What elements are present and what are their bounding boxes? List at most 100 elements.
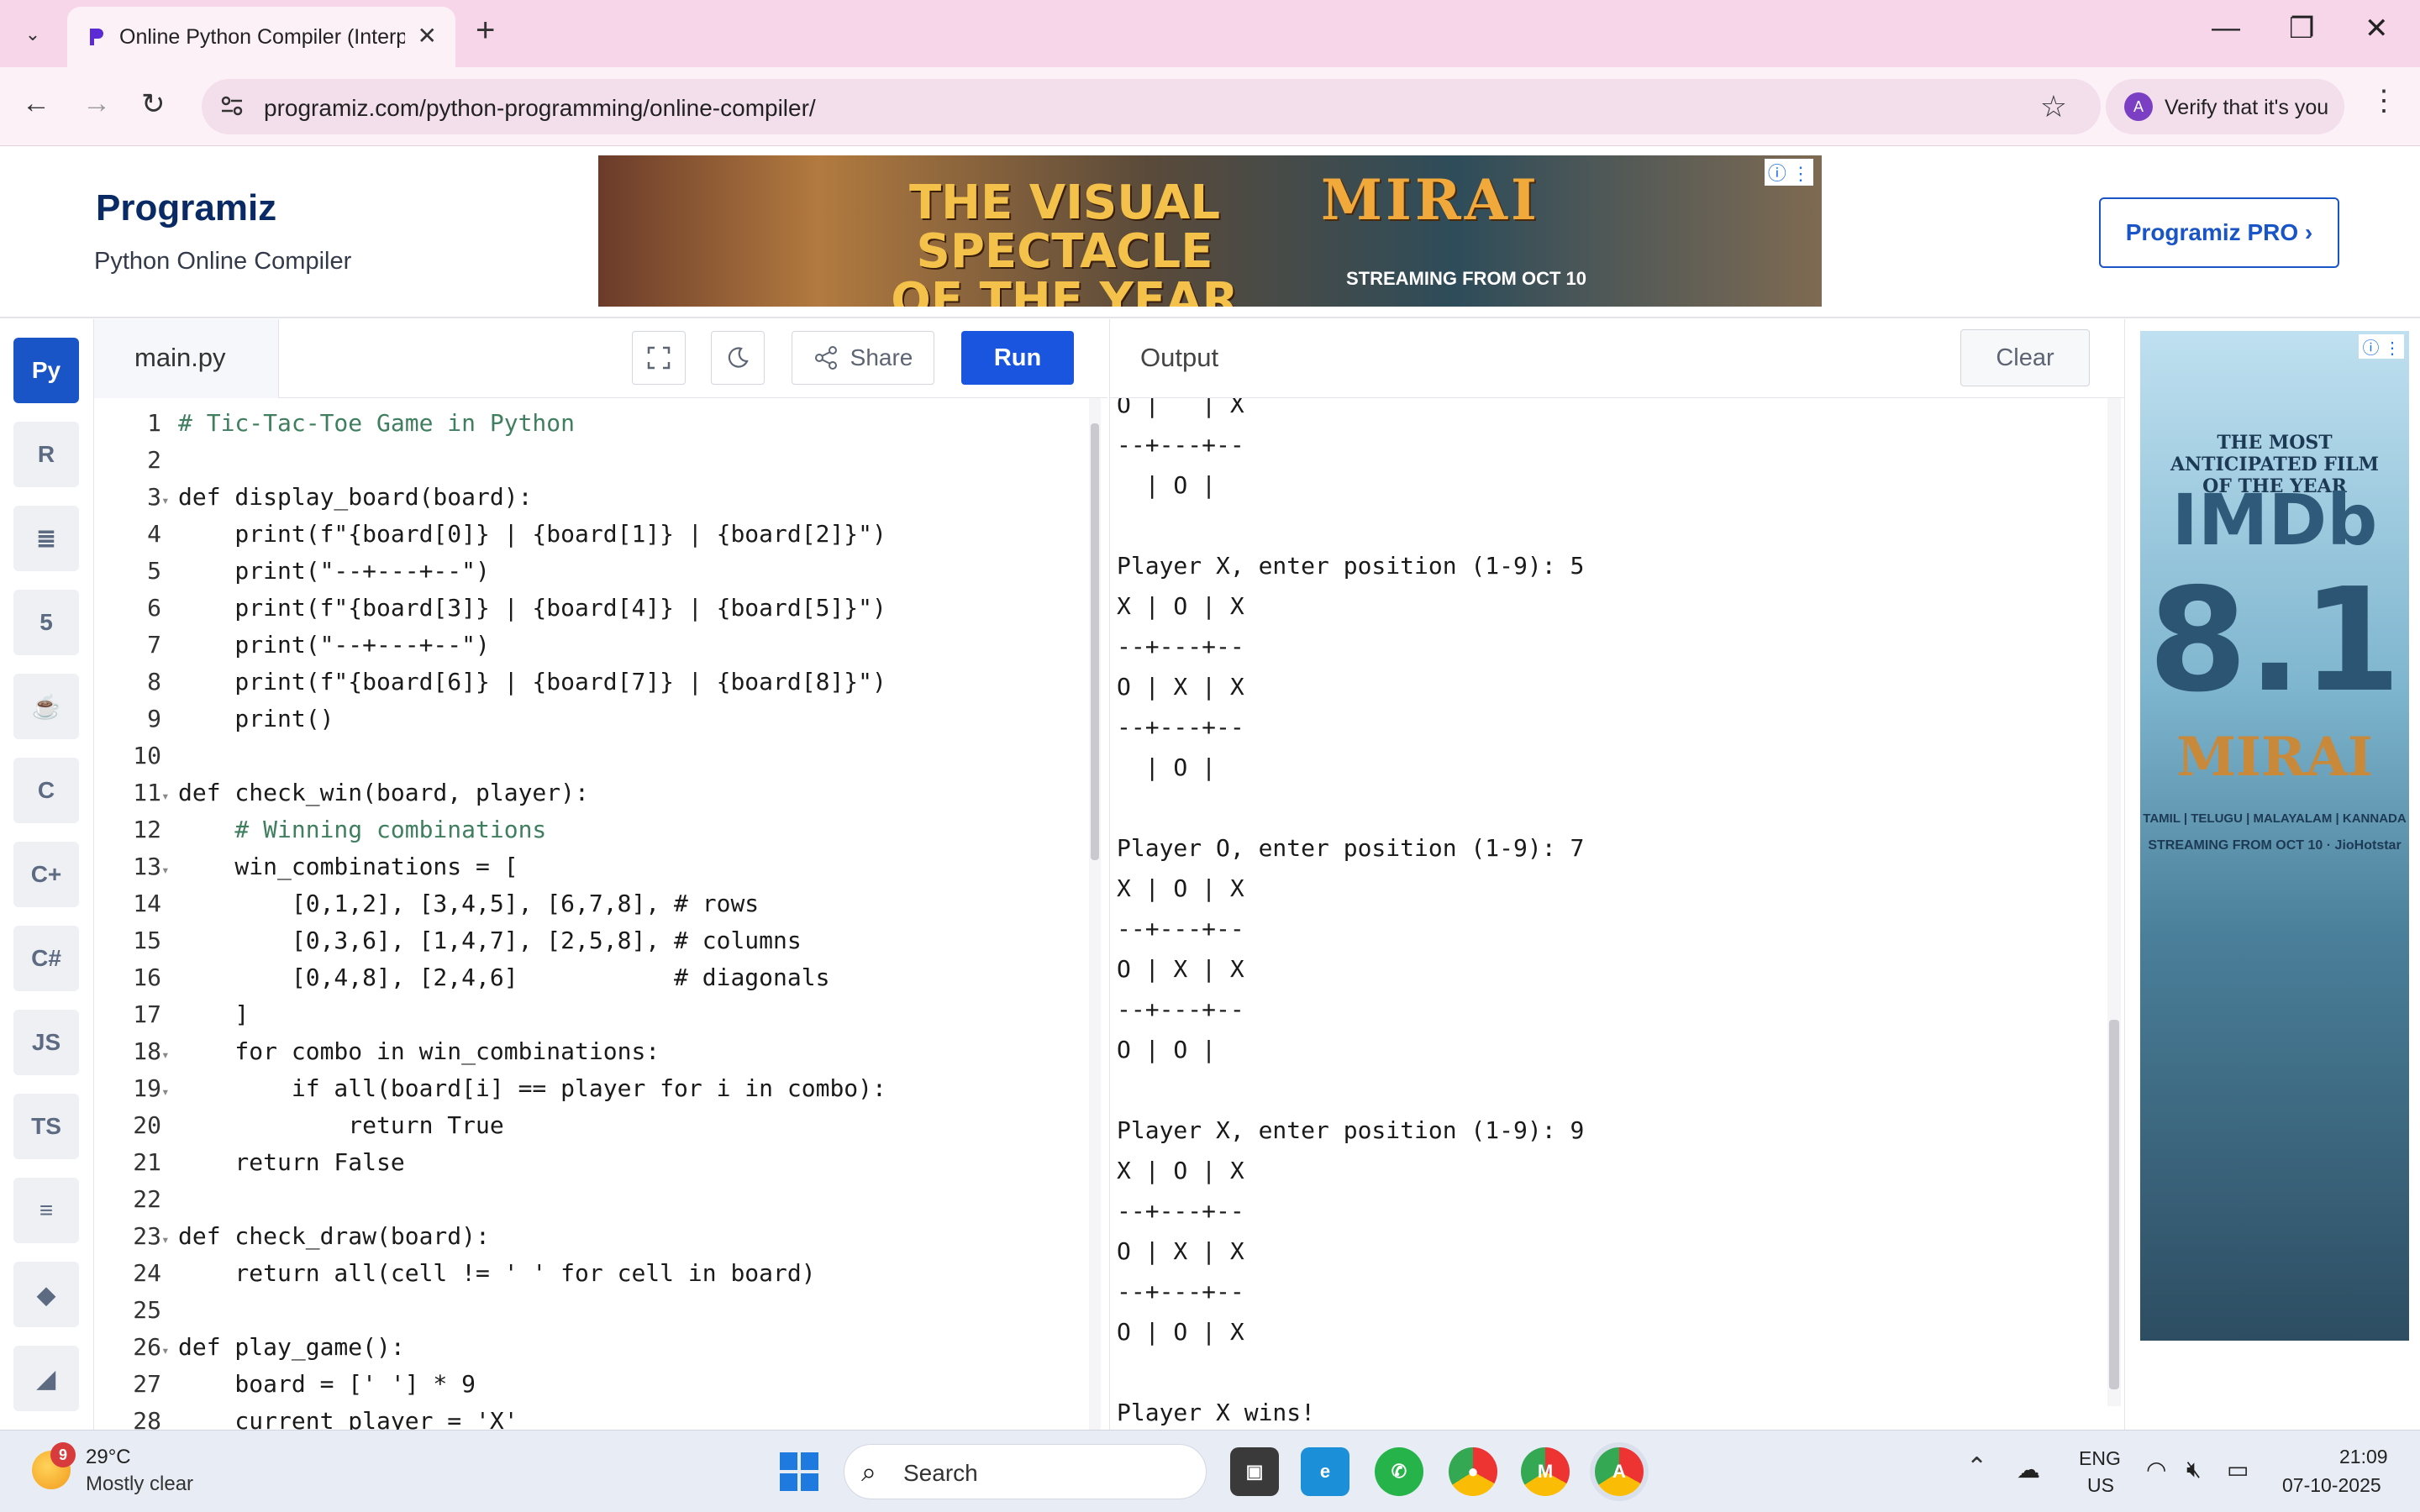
task-view-icon[interactable]: ▣ bbox=[1230, 1447, 1279, 1496]
sidebar-item-typescript[interactable]: TS bbox=[13, 1094, 79, 1159]
tab-search-button[interactable]: ⌄ bbox=[15, 17, 50, 52]
browser-tab[interactable]: Online Python Compiler (Interp ✕ bbox=[67, 7, 455, 67]
fold-toggle-icon[interactable]: ▾ bbox=[161, 852, 178, 889]
wifi-icon[interactable]: ◠ bbox=[2146, 1456, 2166, 1483]
code-line[interactable]: 12 # Winning combinations bbox=[94, 811, 1094, 848]
minimize-icon[interactable]: — bbox=[2212, 12, 2240, 45]
ad-info-icon[interactable]: ⓘ ⋮ bbox=[1764, 159, 1813, 186]
code-line[interactable]: 2 bbox=[94, 442, 1094, 479]
code-line[interactable]: 25 bbox=[94, 1292, 1094, 1329]
battery-icon[interactable]: ▭ bbox=[2227, 1456, 2249, 1483]
code-line[interactable]: 21 return False bbox=[94, 1144, 1094, 1181]
code-line[interactable]: 20 return True bbox=[94, 1107, 1094, 1144]
fold-toggle-icon[interactable]: ▾ bbox=[161, 778, 178, 815]
restore-icon[interactable]: ❐ bbox=[2289, 12, 2314, 45]
code-line[interactable]: 5 print("--+---+--") bbox=[94, 553, 1094, 590]
fold-toggle-icon[interactable]: ▾ bbox=[161, 1221, 178, 1258]
sidebar-item-php[interactable]: ◆ bbox=[13, 1262, 79, 1327]
output-console[interactable]: O | | X --+---+-- | O | Player X, enter po… bbox=[1109, 398, 2124, 1430]
code-editor[interactable]: 1 # Tic-Tac-Toe Game in Python 2 3▾ def disp… bbox=[94, 398, 1107, 1430]
run-button[interactable]: Run bbox=[961, 331, 1074, 385]
chrome-icon[interactable]: ● bbox=[1449, 1447, 1497, 1496]
chrome-profile-m-icon[interactable]: M bbox=[1521, 1447, 1570, 1496]
share-button[interactable]: Share bbox=[792, 331, 934, 385]
code-line[interactable]: 8 print(f"{board[6]} | {board[7]} | {boa… bbox=[94, 664, 1094, 701]
programiz-logo[interactable]: Programiz bbox=[96, 187, 276, 229]
code-line[interactable]: 26▾ def play_game(): bbox=[94, 1329, 1094, 1366]
code-line[interactable]: 16 [0,4,8], [2,4,6] # diagonals bbox=[94, 959, 1094, 996]
code-line[interactable]: 11▾ def check_win(board, player): bbox=[94, 774, 1094, 811]
output-line: --+---+-- bbox=[1117, 431, 1244, 459]
clear-button[interactable]: Clear bbox=[1960, 329, 2090, 386]
sidebar-item-python[interactable]: Py bbox=[13, 338, 79, 403]
ad-banner[interactable]: THE VISUAL SPECTACLE OF THE YEAR MIRAI S… bbox=[598, 155, 1822, 307]
clock-time[interactable]: 21:09 bbox=[2339, 1446, 2388, 1468]
windows-start-icon[interactable] bbox=[778, 1451, 820, 1493]
fold-toggle-icon[interactable]: ▾ bbox=[161, 482, 178, 519]
sidebar-item-html[interactable]: 5 bbox=[13, 590, 79, 655]
chrome-profile-a-icon[interactable]: A bbox=[1595, 1447, 1644, 1496]
new-tab-icon[interactable]: + bbox=[476, 12, 495, 50]
code-line[interactable]: 13▾ win_combinations = [ bbox=[94, 848, 1094, 885]
output-scroll-thumb[interactable] bbox=[2109, 1020, 2119, 1389]
taskbar-search[interactable]: ⌕ Search bbox=[844, 1444, 1207, 1499]
bookmark-star-icon[interactable]: ☆ bbox=[2040, 89, 2067, 124]
code-line[interactable]: 23▾ def check_draw(board): bbox=[94, 1218, 1094, 1255]
site-info-icon[interactable] bbox=[218, 92, 245, 119]
back-icon[interactable]: ← bbox=[22, 87, 50, 120]
code-line[interactable]: 18▾ for combo in win_combinations: bbox=[94, 1033, 1094, 1070]
fullscreen-button[interactable] bbox=[632, 331, 686, 385]
address-bar[interactable]: programiz.com/python-programming/online-… bbox=[202, 79, 2101, 134]
code-line[interactable]: 22 bbox=[94, 1181, 1094, 1218]
code-line[interactable]: 27 board = [' '] * 9 bbox=[94, 1366, 1094, 1403]
code-line[interactable]: 4 print(f"{board[0]} | {board[1]} | {boa… bbox=[94, 516, 1094, 553]
sidebar-item-java[interactable]: ☕ bbox=[13, 674, 79, 739]
code-line[interactable]: 24 return all(cell != ' ' for cell in bo… bbox=[94, 1255, 1094, 1292]
code-line[interactable]: 28 current_player = 'X' bbox=[94, 1403, 1094, 1430]
onedrive-icon[interactable]: ☁ bbox=[2017, 1456, 2040, 1483]
output-line: | O | bbox=[1117, 753, 1217, 781]
sidebar-item-sql[interactable]: ≣ bbox=[13, 506, 79, 571]
fold-toggle-icon[interactable]: ▾ bbox=[161, 1332, 178, 1369]
code-line[interactable]: 15 [0,3,6], [1,4,7], [2,5,8], # columns bbox=[94, 922, 1094, 959]
reload-icon[interactable]: ↻ bbox=[141, 87, 166, 121]
volume-muted-icon[interactable]: 🔇︎ bbox=[2186, 1456, 2202, 1483]
tray-overflow-icon[interactable]: ⌃ bbox=[1966, 1452, 1987, 1482]
fold-toggle-icon[interactable]: ▾ bbox=[161, 1074, 178, 1110]
code-line[interactable]: 17 ] bbox=[94, 996, 1094, 1033]
code-line[interactable]: 6 print(f"{board[3]} | {board[4]} | {boa… bbox=[94, 590, 1094, 627]
sidebar-item-go[interactable]: ≡ bbox=[13, 1178, 79, 1243]
sidebar-item-swift[interactable]: ◢ bbox=[13, 1346, 79, 1411]
whatsapp-icon[interactable]: ✆ bbox=[1375, 1447, 1423, 1496]
code-line[interactable]: 1 # Tic-Tac-Toe Game in Python bbox=[94, 405, 1094, 442]
code-line[interactable]: 14 [0,1,2], [3,4,5], [6,7,8], # rows bbox=[94, 885, 1094, 922]
sidebar-item-r[interactable]: R bbox=[13, 422, 79, 487]
code-line[interactable]: 7 print("--+---+--") bbox=[94, 627, 1094, 664]
side-ad[interactable]: ⓘ ⋮ THE MOST ANTICIPATED FILM OF THE YEA… bbox=[2140, 331, 2409, 1341]
file-tab[interactable]: main.py bbox=[94, 319, 279, 398]
sidebar-item-cpp[interactable]: C+ bbox=[13, 842, 79, 907]
output-scrollbar[interactable] bbox=[2107, 398, 2121, 1406]
sidebar-item-csharp[interactable]: C# bbox=[13, 926, 79, 991]
programiz-pro-button[interactable]: Programiz PRO › bbox=[2099, 197, 2339, 268]
input-language[interactable]: ENG bbox=[2079, 1447, 2121, 1470]
tab-close-icon[interactable]: ✕ bbox=[418, 22, 437, 50]
code-line[interactable]: 19▾ if all(board[i] == player for i in c… bbox=[94, 1070, 1094, 1107]
browser-menu-icon[interactable]: ⋮ bbox=[2370, 84, 2398, 118]
forward-icon[interactable]: → bbox=[82, 87, 111, 120]
input-region[interactable]: US bbox=[2087, 1474, 2114, 1497]
code-line[interactable]: 10 bbox=[94, 738, 1094, 774]
verify-identity-button[interactable]: A Verify that it's you bbox=[2106, 79, 2344, 134]
close-window-icon[interactable]: ✕ bbox=[2365, 12, 2389, 45]
side-ad-info-icon[interactable]: ⓘ ⋮ bbox=[2359, 334, 2404, 359]
fold-toggle-icon[interactable]: ▾ bbox=[161, 1037, 178, 1074]
clock-date[interactable]: 07-10-2025 bbox=[2282, 1474, 2381, 1497]
code-line[interactable]: 9 print() bbox=[94, 701, 1094, 738]
code-line[interactable]: 3▾ def display_board(board): bbox=[94, 479, 1094, 516]
dark-mode-button[interactable] bbox=[711, 331, 765, 385]
edge-icon[interactable]: e bbox=[1301, 1447, 1349, 1496]
editor-scrollbar[interactable] bbox=[1089, 398, 1101, 1430]
editor-scroll-thumb[interactable] bbox=[1091, 423, 1099, 860]
sidebar-item-c[interactable]: C bbox=[13, 758, 79, 823]
sidebar-item-javascript[interactable]: JS bbox=[13, 1010, 79, 1075]
